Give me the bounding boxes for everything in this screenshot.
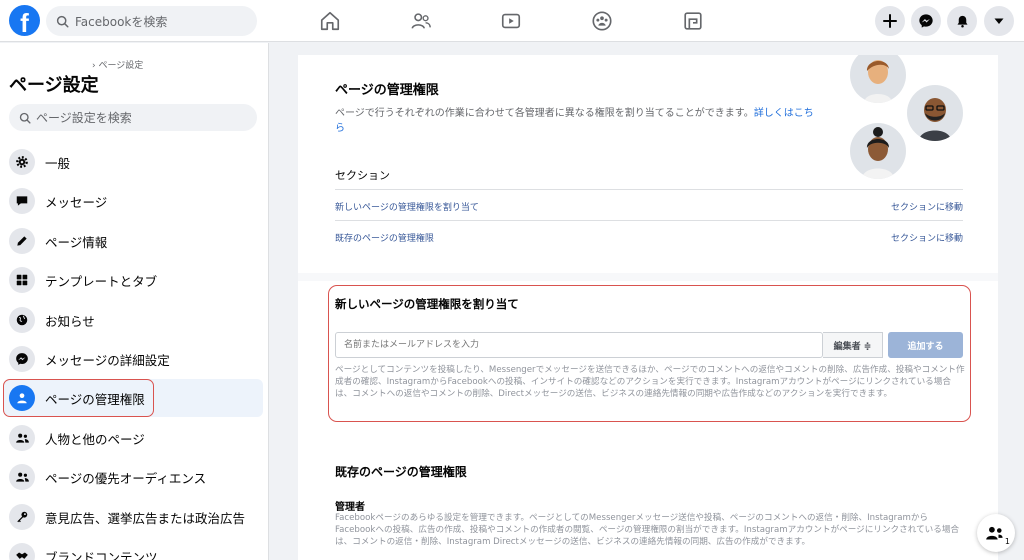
add-button[interactable]: 追加する [888, 332, 963, 358]
sidebar-item-label: 人物と他のページ [45, 431, 145, 447]
messenger-icon [9, 346, 35, 372]
sidebar-item-political-ads[interactable]: 意見広告、選挙広告または政治広告 [4, 498, 263, 536]
settings-search-input[interactable]: ページ設定を検索 [9, 104, 257, 131]
sidebar-item-people-other-pages[interactable]: 人物と他のページ [4, 419, 263, 457]
friends-icon [411, 13, 431, 29]
sidebar-item-page-info[interactable]: ページ情報 [4, 222, 263, 260]
assign-role-section: 新しいページの管理権限を割り当て 編集者 ≑ 追加する ページとしてコンテンツを… [328, 285, 971, 422]
plus-icon [883, 14, 897, 28]
sidebar-item-label: ページの優先オーディエンス [45, 470, 207, 486]
admin-role-label: 管理者 [335, 502, 365, 513]
people-icon [9, 425, 35, 451]
avatar-illustration [850, 123, 906, 179]
notifications-button[interactable] [947, 6, 977, 36]
facebook-logo[interactable]: f [9, 5, 40, 36]
bell-icon [957, 15, 967, 27]
go-to-section-existing[interactable]: セクションに移動 [891, 231, 963, 244]
messenger-icon [919, 14, 933, 28]
avatar-illustration [850, 55, 906, 103]
groups-icon [592, 11, 612, 31]
sidebar-item-label: 意見広告、選挙広告または政治広告 [45, 510, 246, 526]
divider [335, 220, 963, 221]
sidebar-item-advanced-messaging[interactable]: メッセージの詳細設定 [4, 340, 263, 378]
grid-icon [9, 267, 35, 293]
caret-down-icon [994, 18, 1004, 24]
gear-icon [9, 149, 35, 175]
section-separator [298, 273, 998, 281]
pencil-icon [9, 228, 35, 254]
page-settings-sidebar: › ページ設定 ページ設定 ページ設定を検索 一般 メッセージ ページ情報 テン… [0, 43, 269, 560]
search-icon [56, 15, 69, 28]
search-icon [19, 112, 31, 124]
name-or-email-input[interactable] [335, 332, 823, 358]
assign-role-heading: 新しいページの管理権限を割り当て [335, 297, 519, 311]
avatar-illustration [907, 85, 963, 141]
create-button[interactable] [875, 6, 905, 36]
chat-bubble-icon [9, 188, 35, 214]
people-icon [986, 526, 1003, 540]
existing-roles-heading: 既存のページの管理権限 [335, 465, 467, 479]
facebook-search-input[interactable]: Facebookを検索 [46, 6, 257, 36]
chat-badge: 1 [1004, 537, 1010, 546]
messenger-button[interactable] [911, 6, 941, 36]
role-select[interactable]: 編集者 ≑ [823, 332, 883, 358]
home-tab[interactable] [316, 7, 344, 35]
sidebar-item-label: メッセージ [45, 194, 108, 210]
sidebar-item-label: ページ情報 [45, 234, 108, 250]
watch-tab[interactable] [497, 7, 525, 35]
description-text: ページで行うそれぞれの作業に合わせて各管理者に異なる権限を割り当てることができま… [335, 108, 754, 119]
sidebar-item-label: 一般 [45, 155, 71, 171]
sidebar-item-label: テンプレートとタブ [45, 273, 158, 289]
top-navigation-bar: f Facebookを検索 [0, 0, 1024, 42]
key-icon [9, 504, 35, 530]
sidebar-item-general[interactable]: 一般 [4, 143, 263, 181]
friends-tab[interactable] [407, 7, 435, 35]
home-icon [320, 11, 340, 31]
gaming-icon [684, 12, 702, 30]
sidebar-item-templates-tabs[interactable]: テンプレートとタブ [4, 261, 263, 299]
globe-icon [9, 307, 35, 333]
video-play-icon [501, 13, 521, 29]
contacts-chat-button[interactable]: 1 [977, 514, 1015, 552]
page-title: ページの管理権限 [335, 83, 439, 98]
breadcrumb[interactable]: › ページ設定 [92, 58, 143, 71]
groups-tab[interactable] [588, 7, 616, 35]
section-heading: セクション [335, 169, 390, 182]
highlight-outline [3, 379, 154, 417]
gaming-tab[interactable] [679, 7, 707, 35]
sidebar-item-label: メッセージの詳細設定 [45, 352, 170, 368]
settings-search-placeholder: ページ設定を検索 [36, 111, 132, 125]
people-icon [9, 464, 35, 490]
account-menu-button[interactable] [984, 6, 1014, 36]
sidebar-item-messages[interactable]: メッセージ [4, 182, 263, 220]
editor-role-description: ページとしてコンテンツを投稿したり、Messengerでメッセージを送信できるほ… [335, 365, 965, 400]
section-link-existing[interactable]: 既存のページの管理権限 [335, 231, 434, 244]
sidebar-item-label: お知らせ [45, 313, 95, 329]
sidebar-item-branded-content[interactable]: ブランドコンテンツ [4, 537, 263, 560]
divider [335, 189, 963, 190]
go-to-section-assign[interactable]: セクションに移動 [891, 200, 963, 213]
sidebar-item-preferred-audience[interactable]: ページの優先オーディエンス [4, 458, 263, 496]
page-description: ページで行うそれぞれの作業に合わせて各管理者に異なる権限を割り当てることができま… [335, 106, 820, 136]
sidebar-title: ページ設定 [9, 75, 99, 96]
sidebar-item-notifications[interactable]: お知らせ [4, 301, 263, 339]
sidebar-item-label: ブランドコンテンツ [45, 549, 158, 560]
section-link-assign[interactable]: 新しいページの管理権限を割り当て [335, 200, 479, 213]
page-roles-panel: ページの管理権限 ページで行うそれぞれの作業に合わせて各管理者に異なる権限を割り… [298, 55, 998, 560]
admin-role-description: Facebookページのあらゆる設定を管理できます。ページとしてのMesseng… [335, 513, 960, 548]
handshake-icon [9, 543, 35, 560]
search-placeholder: Facebookを検索 [75, 14, 168, 29]
